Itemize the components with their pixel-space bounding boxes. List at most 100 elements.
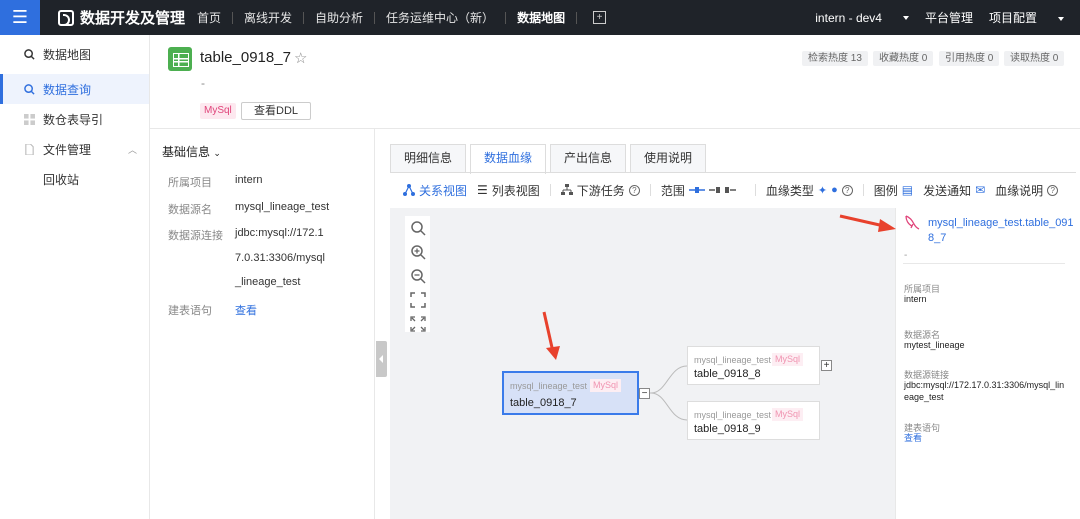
tab-output-info[interactable]: 产出信息 <box>550 144 627 173</box>
node-detail-panel <box>895 208 1080 519</box>
expand-node-icon[interactable]: + <box>821 360 832 371</box>
collapse-node-icon[interactable]: − <box>639 388 650 399</box>
platform-manage-link[interactable]: 平台管理 <box>925 9 973 26</box>
brand-logo-icon <box>58 9 74 26</box>
bulb-icon[interactable]: ✦ <box>818 184 827 197</box>
sidebar-item-recycle-bin[interactable]: 回收站 <box>0 164 149 194</box>
lineage-description[interactable]: 血缘说明? <box>995 182 1059 199</box>
panel-collapse-handle[interactable] <box>376 341 387 377</box>
add-tab-icon[interactable]: + <box>593 11 607 24</box>
hamburger-icon[interactable]: ☰ <box>0 0 40 35</box>
tab-detail-info[interactable]: 明细信息 <box>390 144 467 173</box>
star-icon[interactable]: ☆ <box>294 49 307 67</box>
ddl-view-link[interactable]: 查看 <box>235 302 257 318</box>
range-control[interactable]: 范围 <box>661 182 745 199</box>
search-heat-badge: 检索热度 13 <box>802 51 868 66</box>
search-icon <box>24 83 35 95</box>
relation-graph-icon <box>403 184 415 196</box>
tabs-divider <box>390 172 1076 173</box>
sidebar-item-warehouse-guide[interactable]: 数仓表导引 <box>0 104 149 134</box>
lineage-type-control[interactable]: 血缘类型 ✦ ● ? <box>766 182 853 199</box>
favorite-heat-badge: 收藏热度 0 <box>873 51 934 66</box>
engine-tag: MySql <box>200 103 236 119</box>
list-view-button[interactable]: ☰ 列表视图 <box>477 182 540 199</box>
tab-lineage[interactable]: 数据血缘 <box>470 144 547 174</box>
send-notify-button[interactable]: 发送通知 ✉ <box>923 182 985 199</box>
toolbar-divider <box>549 184 551 196</box>
basic-info-title[interactable]: 基础信息 ⌄ <box>162 143 221 160</box>
detail-title[interactable]: mysql_lineage_test.table_0918_7 <box>928 216 1078 246</box>
lineage-node-downstream[interactable]: mysql_lineage_test MySql table_0918_8 <box>687 346 820 385</box>
sidebar: 数据地图 数据查询 数仓表导引 文件管理 ︿ 回收站 <box>0 35 150 519</box>
help-icon[interactable]: ? <box>628 184 640 196</box>
reference-heat-badge: 引用热度 0 <box>939 51 1000 66</box>
chevron-down-icon <box>902 16 909 21</box>
help-icon[interactable]: ? <box>841 184 853 196</box>
basic-info-panel: 基础信息 ⌄ 所属项目 intern 数据源名 mysql_lineage_te… <box>150 129 375 519</box>
top-nav: 首页 离线开发 自助分析 任务运维中心（新） 数据地图 + <box>186 0 607 35</box>
table-icon <box>168 47 192 71</box>
fit-screen-icon[interactable] <box>410 292 426 308</box>
node-engine-tag: MySql <box>772 353 804 366</box>
tab-usage[interactable]: 使用说明 <box>630 144 707 173</box>
grid-icon <box>24 113 35 125</box>
project-label: 所属项目 <box>168 177 212 189</box>
relation-view-button[interactable]: 关系视图 <box>403 182 467 199</box>
detail-tabs: 明细信息 数据血缘 产出信息 使用说明 <box>390 144 710 174</box>
toolbar-divider <box>754 184 756 196</box>
detail-ddl-link[interactable]: 查看 <box>904 432 1069 444</box>
sidebar-item-label: 数仓表导引 <box>43 112 104 127</box>
table-title: table_0918_7 <box>200 49 291 66</box>
nav-self-analysis[interactable]: 自助分析 <box>304 9 374 26</box>
table-description: - <box>201 76 205 90</box>
user-menu[interactable]: intern - dev4 <box>815 11 909 25</box>
chevron-down-icon: ⌄ <box>213 148 221 158</box>
chevron-up-icon: ︿ <box>127 144 137 155</box>
node-engine-tag: MySql <box>590 379 622 392</box>
sidebar-item-data-map[interactable]: 数据地图 <box>0 39 149 69</box>
lineage-node-current[interactable]: mysql_lineage_test MySql table_0918_7 <box>502 371 639 415</box>
mail-icon: ✉ <box>975 183 986 197</box>
ddl-label: 建表语句 <box>168 305 212 317</box>
node-source: mysql_lineage_test <box>510 381 588 391</box>
sidebar-item-data-query[interactable]: 数据查询 <box>0 74 149 104</box>
mysql-dolphin-icon <box>905 215 920 230</box>
detail-divider <box>903 263 1065 264</box>
search-icon <box>24 48 35 60</box>
legend-control[interactable]: 图例 ▤ <box>874 182 913 199</box>
nav-divider <box>576 11 578 24</box>
lineage-node-downstream[interactable]: mysql_lineage_test MySql table_0918_9 <box>687 401 820 440</box>
annotation-arrow-icon <box>542 311 560 360</box>
list-icon: ☰ <box>477 183 488 197</box>
brand[interactable]: 数据开发及管理 <box>58 0 185 35</box>
top-bar: ☰ 数据开发及管理 首页 离线开发 自助分析 任务运维中心（新） 数据地图 + … <box>0 0 1080 35</box>
zoom-out-icon[interactable] <box>410 268 426 284</box>
help-icon[interactable]: ? <box>1047 184 1059 196</box>
view-ddl-button[interactable]: 查看DDL <box>241 102 312 120</box>
connection-value-line1: jdbc:mysql://172.1 <box>235 227 324 239</box>
node-table-name: table_0918_8 <box>694 368 761 380</box>
sidebar-item-file-manage[interactable]: 文件管理 ︿ <box>0 134 149 164</box>
downstream-task-button[interactable]: 下游任务? <box>560 182 640 199</box>
search-icon[interactable] <box>410 220 426 236</box>
zoom-in-icon[interactable] <box>410 244 426 260</box>
node-source: mysql_lineage_test <box>694 355 772 365</box>
chevron-down-icon <box>1058 16 1064 21</box>
bulb-icon[interactable]: ● <box>831 184 838 196</box>
detail-project-value: intern <box>904 294 927 304</box>
sidebar-item-label: 数据查询 <box>43 82 92 97</box>
project-config-menu[interactable]: 项目配置 <box>989 9 1064 26</box>
top-right: intern - dev4 平台管理 项目配置 <box>815 0 1080 35</box>
connection-label: 数据源连接 <box>168 230 223 242</box>
file-icon <box>25 143 34 155</box>
nav-home[interactable]: 首页 <box>186 9 232 26</box>
read-heat-badge: 读取热度 0 <box>1004 51 1065 66</box>
detail-datasource-value: mytest_lineage <box>904 340 965 350</box>
nav-ops-center[interactable]: 任务运维中心（新） <box>375 9 505 26</box>
node-table-name: table_0918_9 <box>694 423 761 435</box>
toolbar-divider <box>649 184 651 196</box>
nav-data-map[interactable]: 数据地图 <box>506 9 576 26</box>
nav-offline-dev[interactable]: 离线开发 <box>233 9 303 26</box>
fullscreen-icon[interactable] <box>410 316 426 332</box>
sidebar-item-label: 文件管理 <box>43 142 92 157</box>
